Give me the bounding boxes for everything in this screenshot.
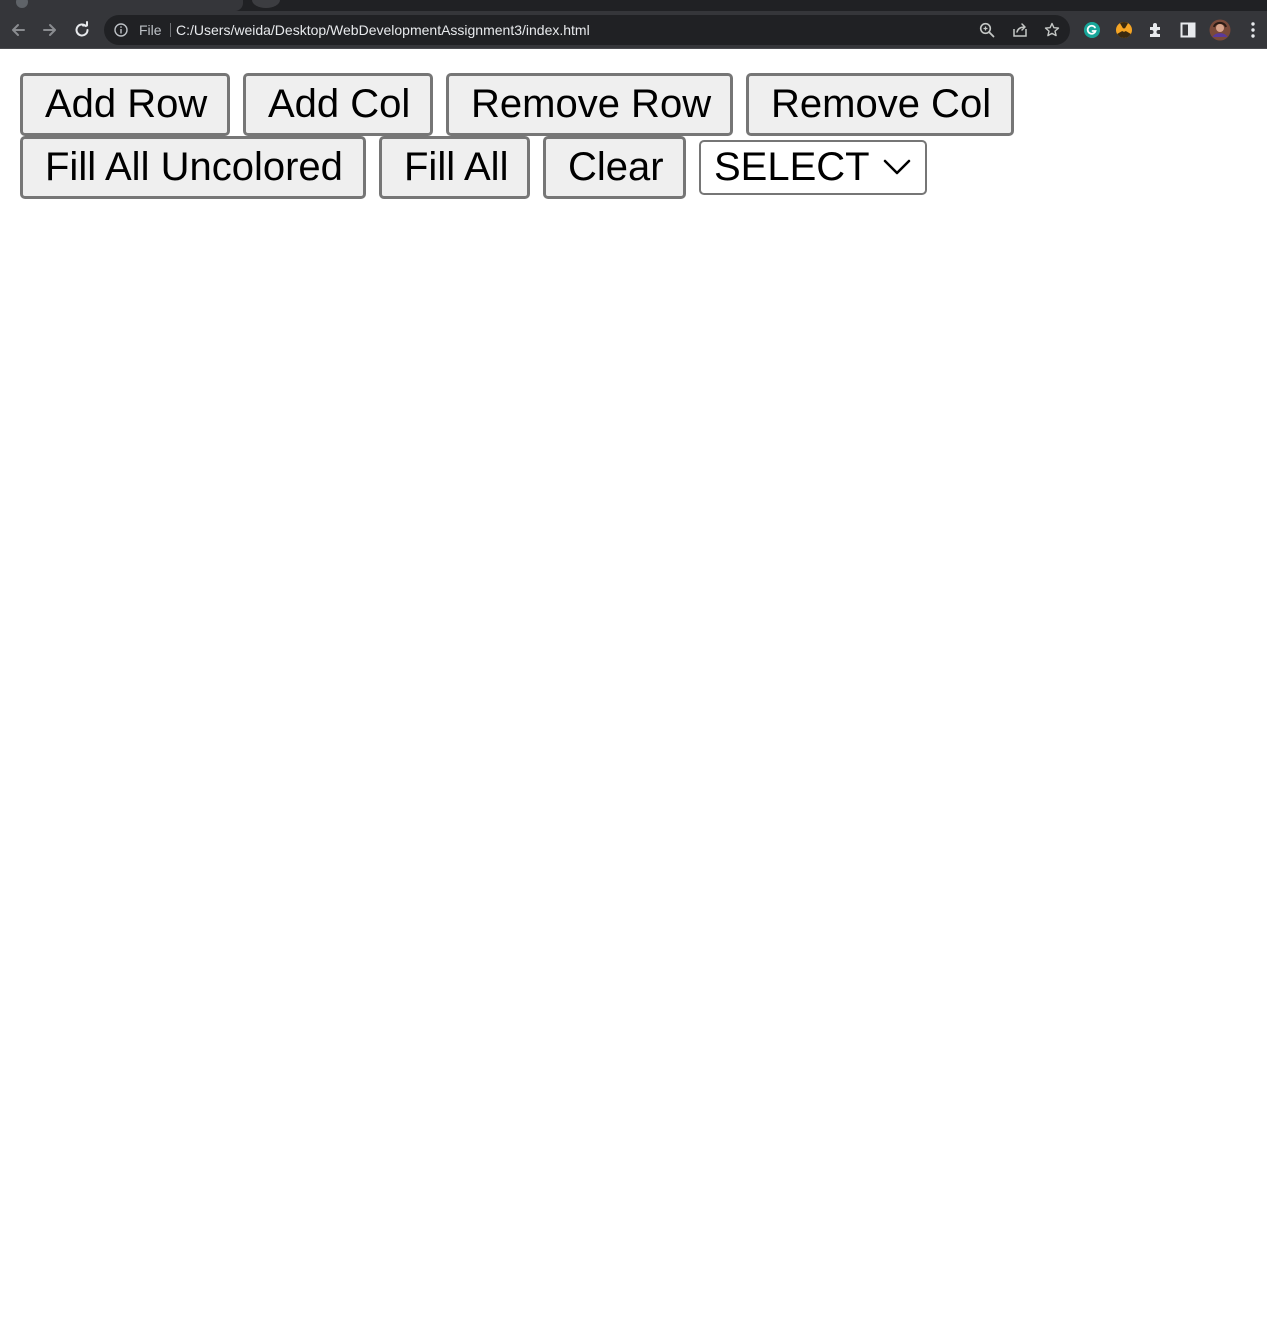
- address-url[interactable]: C:/Users/weida/Desktop/WebDevelopmentAss…: [176, 15, 590, 45]
- page-content: Add Row Add Col Remove Row Remove Col Fi…: [0, 50, 1267, 1324]
- info-icon[interactable]: [114, 23, 128, 37]
- grammarly-icon[interactable]: [1081, 19, 1103, 41]
- color-select-value: SELECT: [714, 145, 870, 189]
- reload-button[interactable]: [70, 18, 94, 42]
- remove-col-button[interactable]: Remove Col: [746, 73, 1014, 136]
- side-panel-icon[interactable]: [1177, 19, 1199, 41]
- forward-arrow-icon: [43, 24, 56, 36]
- avatar[interactable]: [1209, 19, 1231, 41]
- address-bar[interactable]: File C:/Users/weida/Desktop/WebDevelopme…: [104, 15, 1070, 45]
- forward-button[interactable]: [38, 18, 62, 42]
- clear-button[interactable]: Clear: [543, 136, 686, 199]
- radiation-icon[interactable]: [1113, 19, 1135, 41]
- address-separator: [170, 23, 171, 37]
- star-icon[interactable]: [1043, 21, 1061, 39]
- back-button[interactable]: [6, 18, 30, 42]
- fill-all-button[interactable]: Fill All: [379, 136, 530, 199]
- add-row-button[interactable]: Add Row: [20, 73, 230, 136]
- zoom-icon[interactable]: [978, 21, 996, 39]
- reload-icon: [75, 21, 89, 37]
- tab-strip: [0, 0, 1267, 11]
- chevron-down-icon: [883, 159, 911, 175]
- back-arrow-icon: [12, 24, 25, 36]
- kebab-menu-icon[interactable]: [1242, 19, 1264, 41]
- tab-favicon-icon: [16, 0, 28, 8]
- puzzle-icon[interactable]: [1145, 19, 1167, 41]
- add-col-button[interactable]: Add Col: [243, 73, 433, 136]
- address-scheme: File: [139, 22, 162, 38]
- browser-toolbar: File C:/Users/weida/Desktop/WebDevelopme…: [0, 11, 1267, 49]
- fill-controls-row: Fill All Uncolored Fill All Clear SELECT: [20, 136, 927, 199]
- active-tab[interactable]: [0, 0, 243, 11]
- new-tab-button[interactable]: [252, 0, 280, 8]
- color-select[interactable]: SELECT: [699, 140, 927, 195]
- fill-all-uncolored-button[interactable]: Fill All Uncolored: [20, 136, 366, 199]
- share-icon[interactable]: [1011, 21, 1029, 39]
- remove-row-button[interactable]: Remove Row: [446, 73, 733, 136]
- grid-controls-row: Add Row Add Col Remove Row Remove Col: [20, 73, 1027, 136]
